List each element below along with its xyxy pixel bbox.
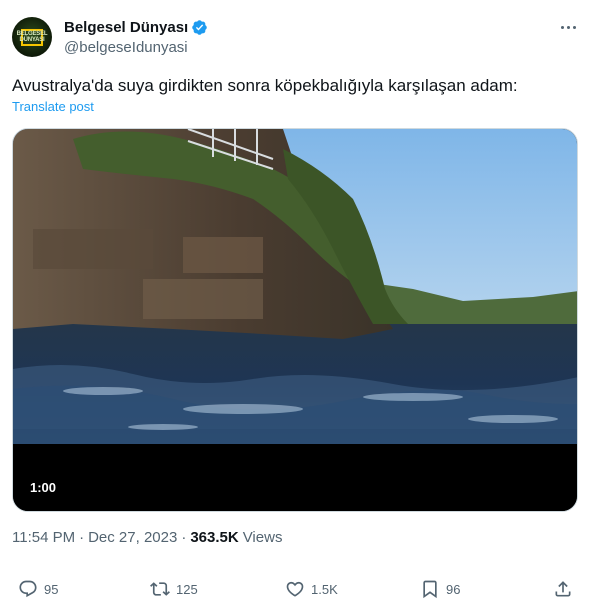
share-icon	[555, 581, 571, 597]
more-icon[interactable]	[556, 17, 580, 37]
bookmark-button[interactable]: 96	[420, 574, 460, 604]
verified-badge-icon[interactable]	[191, 19, 208, 36]
retweet-count: 125	[176, 581, 198, 597]
tweet-meta: 11:54 PM · Dec 27, 2023 · 363.5K Views	[12, 529, 282, 546]
share-button[interactable]	[553, 574, 573, 604]
translate-post-link[interactable]: Translate post	[12, 99, 94, 114]
author-name-row: Belgesel Dünyası	[64, 17, 208, 37]
meta-separator: ·	[79, 529, 85, 546]
video-duration: 1:00	[30, 480, 57, 495]
video-frame	[13, 129, 577, 511]
bookmark-count: 96	[446, 581, 461, 597]
display-name[interactable]: Belgesel Dünyası	[64, 19, 188, 36]
avatar[interactable]: BELGESEL DÜNYASI	[12, 17, 52, 57]
video-player[interactable]: 1:00	[12, 128, 578, 512]
action-bar: 95 125 1.5K 96	[0, 574, 596, 604]
tweet-date[interactable]: Dec 27, 2023	[88, 529, 177, 546]
views-label: Views	[242, 529, 283, 546]
meta-separator: ·	[181, 529, 187, 546]
reply-count: 95	[44, 581, 59, 597]
retweet-button[interactable]: 125	[150, 574, 198, 604]
tweet-time[interactable]: 11:54 PM	[12, 529, 75, 546]
like-count: 1.5K	[311, 581, 338, 597]
avatar-logo-text: BELGESEL DÜNYASI	[16, 31, 48, 43]
tweet-text: Avustralya'da suya girdikten sonra köpek…	[12, 76, 518, 95]
retweet-icon	[150, 582, 170, 596]
like-button[interactable]: 1.5K	[285, 574, 338, 604]
heart-icon	[286, 581, 304, 597]
reply-icon	[19, 580, 37, 598]
author-handle[interactable]: @belgeseIdunyasi	[64, 39, 188, 56]
views-count: 363.5K	[190, 529, 239, 546]
bookmark-icon	[423, 580, 437, 599]
reply-button[interactable]: 95	[18, 574, 58, 604]
tweet: BELGESEL DÜNYASI Belgesel Dünyası @belge…	[0, 0, 596, 615]
